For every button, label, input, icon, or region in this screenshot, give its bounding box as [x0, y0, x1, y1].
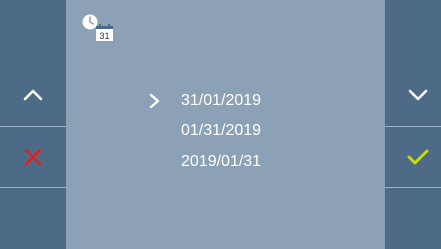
check-icon — [407, 149, 429, 165]
date-format-list-panel: 31 31/01/2019 01/31/2019 2019/01/31 — [66, 0, 385, 249]
calendar-day-label: 31 — [99, 31, 109, 41]
chevron-up-icon — [23, 89, 43, 101]
date-format-option-dmy[interactable]: 31/01/2019 — [181, 91, 261, 111]
up-button[interactable] — [0, 65, 66, 125]
date-format-screen: 31 31/01/2019 01/31/2019 2019/01/31 — [0, 0, 441, 249]
right-divider-2 — [385, 187, 441, 188]
close-icon — [24, 148, 42, 166]
left-control-panel — [0, 0, 66, 249]
right-control-panel — [385, 0, 441, 249]
down-button[interactable] — [385, 65, 441, 125]
date-format-icon: 31 — [82, 14, 113, 41]
selected-option-indicator — [149, 93, 160, 109]
cancel-button[interactable] — [0, 127, 66, 187]
chevron-down-icon — [408, 89, 428, 101]
confirm-button[interactable] — [385, 127, 441, 187]
date-format-option-mdy[interactable]: 01/31/2019 — [181, 121, 261, 141]
date-format-option-ymd[interactable]: 2019/01/31 — [181, 152, 261, 172]
left-divider-2 — [0, 187, 66, 188]
